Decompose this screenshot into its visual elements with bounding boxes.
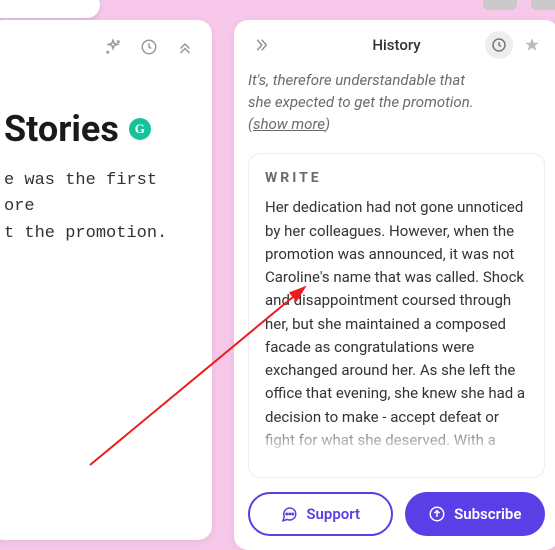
write-card: WRITE Her dedication had not gone unnoti… (248, 153, 545, 478)
history-intro: It's, therefore understandable that she … (248, 70, 545, 135)
story-excerpt: e was the first ore t the promotion. (4, 168, 198, 247)
collapse-up-icon[interactable] (172, 34, 198, 60)
right-panel: History It's, therefore understandable t… (234, 20, 555, 550)
intro-line1: It's, therefore understandable that (248, 71, 465, 89)
top-gray-controls (483, 0, 555, 10)
subscribe-button[interactable]: Subscribe (405, 492, 546, 536)
history-clock-icon[interactable] (485, 31, 513, 59)
top-pill (0, 0, 100, 18)
left-panel-icons (4, 30, 198, 70)
show-more-link[interactable]: show more (253, 115, 325, 133)
star-icon[interactable] (519, 32, 545, 58)
history-icon[interactable] (136, 34, 162, 60)
page-title: Stories (4, 108, 119, 150)
intro-line2: she expected to get the promotion. (248, 93, 474, 111)
sparkle-icon[interactable] (100, 34, 126, 60)
page-title-row: Stories G (4, 108, 198, 150)
support-label: Support (306, 505, 360, 523)
subscribe-label: Subscribe (454, 505, 521, 523)
paren-close: ) (325, 115, 330, 133)
grammarly-icon[interactable]: G (129, 118, 151, 140)
left-panel: Stories G e was the first ore t the prom… (0, 20, 212, 540)
chat-icon (280, 505, 298, 523)
write-body: Her dedication had not gone unnoticed by… (265, 196, 528, 456)
upload-icon (428, 505, 446, 523)
right-header: History (248, 30, 545, 60)
action-buttons: Support Subscribe (248, 492, 545, 536)
expand-icon[interactable] (248, 32, 274, 58)
support-button[interactable]: Support (248, 492, 393, 536)
write-label: WRITE (265, 170, 528, 186)
